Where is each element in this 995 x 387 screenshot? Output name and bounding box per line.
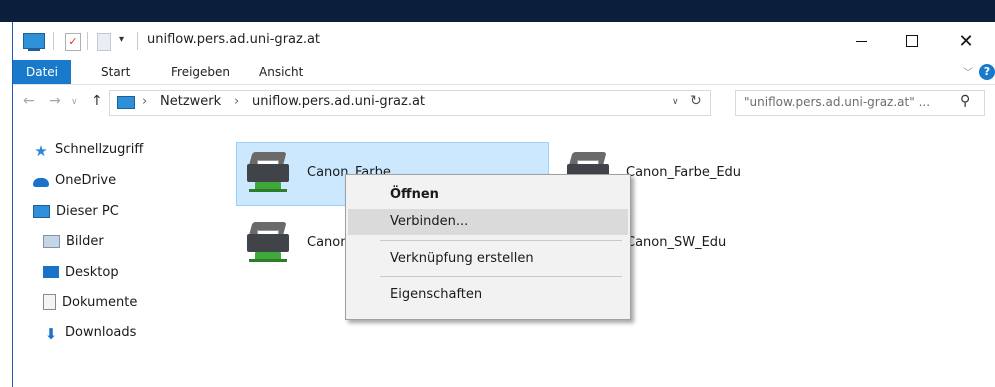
sidebar-item-label: OneDrive	[55, 172, 117, 188]
forward-arrow-icon[interactable]: →	[49, 93, 61, 109]
minimize-icon	[855, 40, 867, 42]
sidebar-item-label: Bilder	[66, 233, 104, 249]
menu-item-label: Verbinden...	[390, 214, 469, 229]
ribbon-tabs: Datei Start Freigeben Ansicht ﹀ ?	[13, 60, 995, 85]
refresh-icon[interactable]: ↻	[690, 93, 702, 109]
sidebar-item-bilder[interactable]: Bilder	[43, 230, 104, 252]
network-printer-icon[interactable]	[245, 220, 293, 266]
sidebar-item-onedrive[interactable]: OneDrive	[33, 169, 116, 191]
divider	[87, 32, 88, 50]
star-icon: ★	[34, 142, 48, 160]
desktop-background	[0, 0, 995, 22]
tab-ansicht[interactable]: Ansicht	[259, 60, 303, 84]
sidebar-item-dieser-pc[interactable]: Dieser PC	[33, 200, 119, 222]
search-placeholder: "uniflow.pers.ad.uni-graz.at" ...	[744, 95, 931, 109]
close-icon: ✕	[958, 30, 974, 52]
sidebar-item-label: Downloads	[65, 324, 137, 340]
properties-icon[interactable]: ✓	[65, 33, 81, 51]
tab-freigeben[interactable]: Freigeben	[171, 60, 230, 84]
chevron-right-icon[interactable]: ›	[234, 94, 239, 109]
sidebar-item-schnellzugriff[interactable]: ★ Schnellzugriff	[33, 138, 144, 161]
cloud-icon	[33, 177, 49, 187]
computer-icon	[33, 204, 50, 218]
title-bar: ✓ ▾ uniflow.pers.ad.uni-graz.at ✕	[13, 22, 995, 60]
back-arrow-icon[interactable]: ←	[23, 93, 35, 109]
maximize-icon	[906, 35, 918, 47]
navigation-pane: ★ Schnellzugriff OneDrive Dieser PC Bild…	[13, 130, 213, 387]
menu-item-label: Öffnen	[390, 187, 439, 202]
quick-access-dropdown-icon[interactable]: ▾	[119, 34, 124, 45]
minimize-button[interactable]	[838, 26, 884, 56]
sidebar-item-label: Desktop	[65, 264, 119, 280]
recent-locations-icon[interactable]: ∨	[71, 97, 78, 107]
sidebar-item-dokumente[interactable]: Dokumente	[43, 291, 137, 313]
computer-icon[interactable]	[23, 33, 45, 51]
sidebar-item-label: Schnellzugriff	[55, 141, 144, 157]
menu-item-label: Eigenschaften	[390, 287, 483, 302]
tab-datei[interactable]: Datei	[13, 60, 71, 84]
printer-label[interactable]: Canon_Farbe_Edu	[626, 165, 741, 180]
chevron-right-icon[interactable]: ›	[142, 94, 147, 109]
printer-label[interactable]: Canon_SW_Edu	[626, 235, 726, 250]
breadcrumb-netzwerk[interactable]: Netzwerk	[160, 94, 221, 109]
menu-item-label: Verknüpfung erstellen	[390, 251, 534, 266]
network-printer-icon[interactable]	[245, 150, 293, 196]
context-menu: Öffnen Verbinden... Verknüpfung erstelle…	[345, 174, 631, 320]
new-folder-icon[interactable]	[97, 33, 111, 51]
menu-divider	[380, 276, 622, 277]
tab-start[interactable]: Start	[101, 60, 130, 84]
maximize-button[interactable]	[889, 26, 935, 56]
sidebar-item-downloads[interactable]: ⬇ Downloads	[43, 321, 137, 344]
downloads-folder-icon: ⬇	[44, 325, 58, 343]
search-icon[interactable]: ⚲	[960, 93, 970, 109]
divider	[53, 32, 54, 50]
sidebar-item-label: Dieser PC	[56, 203, 119, 219]
close-button[interactable]: ✕	[943, 26, 989, 56]
address-bar[interactable]: › Netzwerk › uniflow.pers.ad.uni-graz.at…	[109, 90, 711, 116]
desktop-folder-icon	[43, 266, 59, 278]
window-title: uniflow.pers.ad.uni-graz.at	[147, 32, 321, 47]
search-input[interactable]: "uniflow.pers.ad.uni-graz.at" ... ⚲	[735, 90, 985, 116]
explorer-window: ✓ ▾ uniflow.pers.ad.uni-graz.at ✕ Datei …	[12, 22, 995, 387]
divider	[137, 32, 138, 50]
menu-item-verknuepfung-erstellen[interactable]: Verknüpfung erstellen	[348, 246, 628, 272]
help-icon[interactable]: ?	[979, 64, 995, 80]
up-arrow-icon[interactable]: ↑	[91, 93, 103, 109]
computer-icon	[117, 96, 135, 109]
menu-item-eigenschaften[interactable]: Eigenschaften	[348, 282, 628, 308]
pictures-folder-icon	[43, 234, 60, 248]
breadcrumb-host[interactable]: uniflow.pers.ad.uni-graz.at	[252, 94, 425, 109]
sidebar-item-desktop[interactable]: Desktop	[43, 261, 119, 283]
documents-folder-icon	[43, 294, 56, 310]
expand-ribbon-icon[interactable]: ﹀	[963, 64, 973, 79]
menu-item-verbinden[interactable]: Verbinden...	[348, 209, 628, 235]
sidebar-item-label: Dokumente	[62, 294, 138, 310]
chevron-down-icon[interactable]: ∨	[672, 97, 679, 107]
address-row: ← → ∨ ↑ › Netzwerk › uniflow.pers.ad.uni…	[13, 85, 995, 121]
menu-item-oeffnen[interactable]: Öffnen	[348, 182, 628, 208]
menu-divider	[380, 240, 622, 241]
